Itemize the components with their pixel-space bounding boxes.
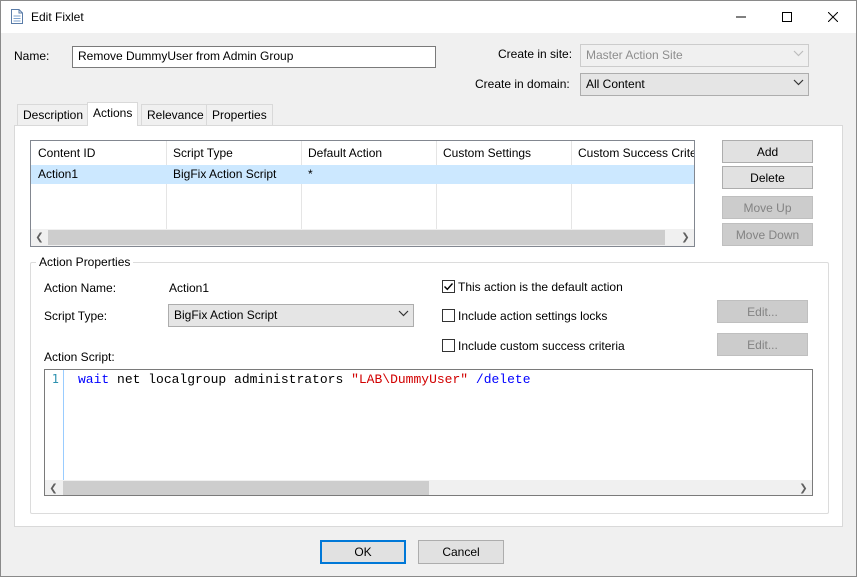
line-number-gutter: 1: [45, 370, 64, 480]
column-custom-settings[interactable]: Custom Settings: [436, 141, 572, 164]
edit-criteria-button[interactable]: Edit...: [717, 333, 808, 356]
script-type-select-value: BigFix Action Script: [174, 308, 278, 322]
minimize-icon: [736, 16, 746, 18]
title-bar[interactable]: Edit Fixlet: [1, 1, 856, 33]
actions-list[interactable]: Content ID Script Type Default Action Cu…: [30, 140, 695, 247]
domain-label: Create in domain:: [475, 77, 570, 91]
script-string-token: "LAB\DummyUser": [351, 372, 469, 387]
action-name-value: Action1: [169, 281, 210, 295]
actions-list-hscrollbar[interactable]: ❮ ❯: [31, 229, 694, 246]
close-icon: [828, 12, 838, 22]
cell-default-action: *: [308, 167, 313, 181]
domain-select-value: All Content: [586, 77, 645, 91]
script-args-token: net localgroup administrators: [109, 372, 352, 387]
column-content-id[interactable]: Content ID: [31, 141, 167, 164]
scroll-left-icon[interactable]: ❮: [31, 229, 48, 246]
window-title: Edit Fixlet: [31, 10, 84, 24]
tab-description-label: Description: [23, 108, 84, 122]
script-space-token: [468, 372, 476, 387]
success-criteria-checkbox-label[interactable]: Include custom success criteria: [458, 339, 625, 353]
cancel-button[interactable]: Cancel: [418, 540, 504, 564]
settings-locks-checkbox-label[interactable]: Include action settings locks: [458, 309, 607, 323]
success-criteria-checkbox[interactable]: [442, 339, 455, 352]
line-number: 1: [51, 372, 59, 386]
settings-locks-checkbox[interactable]: [442, 309, 455, 322]
column-divider: [166, 141, 167, 229]
edit-locks-button[interactable]: Edit...: [717, 300, 808, 323]
column-divider: [571, 141, 572, 229]
tab-properties[interactable]: Properties: [206, 104, 273, 125]
maximize-icon: [782, 12, 792, 22]
close-button[interactable]: [810, 1, 856, 33]
site-select-value: Master Action Site: [586, 48, 683, 62]
cell-script-type: BigFix Action Script: [173, 167, 277, 181]
column-default-action[interactable]: Default Action: [301, 141, 437, 164]
script-flag-token: /delete: [475, 372, 531, 387]
column-divider: [436, 141, 437, 229]
move-up-button[interactable]: Move Up: [722, 196, 813, 219]
site-label: Create in site:: [498, 47, 573, 61]
table-row[interactable]: Action1 BigFix Action Script *: [31, 165, 694, 184]
ok-button[interactable]: OK: [320, 540, 406, 564]
column-custom-success[interactable]: Custom Success Crite: [571, 141, 694, 164]
edit-fixlet-window: Edit Fixlet Name: Remove DummyUser from …: [0, 0, 857, 577]
action-properties-title: Action Properties: [36, 255, 134, 269]
script-type-label: Script Type:: [44, 309, 108, 323]
tab-relevance[interactable]: Relevance: [141, 104, 210, 125]
tab-actions[interactable]: Actions: [87, 102, 139, 126]
action-script-editor[interactable]: 1 wait net localgroup administrators "LA…: [44, 369, 813, 496]
chevron-down-icon: [793, 79, 804, 86]
default-action-checkbox[interactable]: [442, 280, 455, 293]
scroll-thumb[interactable]: [48, 230, 665, 245]
name-input[interactable]: Remove DummyUser from Admin Group: [72, 46, 436, 68]
maximize-button[interactable]: [764, 1, 810, 33]
tab-actions-label: Actions: [93, 106, 133, 120]
scroll-right-icon[interactable]: ❯: [795, 480, 812, 495]
minimize-button[interactable]: [718, 1, 764, 33]
script-command-token: wait: [78, 372, 110, 387]
scroll-right-icon[interactable]: ❯: [677, 229, 694, 246]
tab-description[interactable]: Description: [17, 104, 90, 125]
name-label: Name:: [14, 49, 50, 63]
chevron-down-icon: [793, 50, 804, 57]
default-action-checkbox-label[interactable]: This action is the default action: [458, 280, 623, 294]
column-divider: [301, 141, 302, 229]
document-icon: [11, 9, 23, 24]
action-script-label: Action Script:: [44, 350, 115, 364]
delete-button[interactable]: Delete: [722, 166, 813, 189]
scroll-left-icon[interactable]: ❮: [45, 480, 62, 495]
name-input-value: Remove DummyUser from Admin Group: [78, 49, 294, 63]
script-code-line[interactable]: wait net localgroup administrators "LAB\…: [78, 372, 531, 387]
site-select[interactable]: Master Action Site: [580, 44, 809, 67]
action-name-label: Action Name:: [44, 281, 117, 295]
move-down-button[interactable]: Move Down: [722, 223, 813, 246]
add-button[interactable]: Add: [722, 140, 813, 163]
chevron-down-icon: [398, 310, 409, 317]
script-type-select[interactable]: BigFix Action Script: [168, 304, 414, 327]
tab-properties-label: Properties: [212, 108, 267, 122]
domain-select[interactable]: All Content: [580, 73, 809, 96]
tab-relevance-label: Relevance: [147, 108, 204, 122]
scroll-thumb[interactable]: [63, 481, 429, 495]
actions-list-header: Content ID Script Type Default Action Cu…: [31, 141, 694, 164]
editor-hscrollbar[interactable]: ❮ ❯: [45, 480, 812, 495]
cell-content-id: Action1: [38, 167, 79, 181]
column-script-type[interactable]: Script Type: [166, 141, 302, 164]
checkmark-icon: [444, 283, 454, 291]
